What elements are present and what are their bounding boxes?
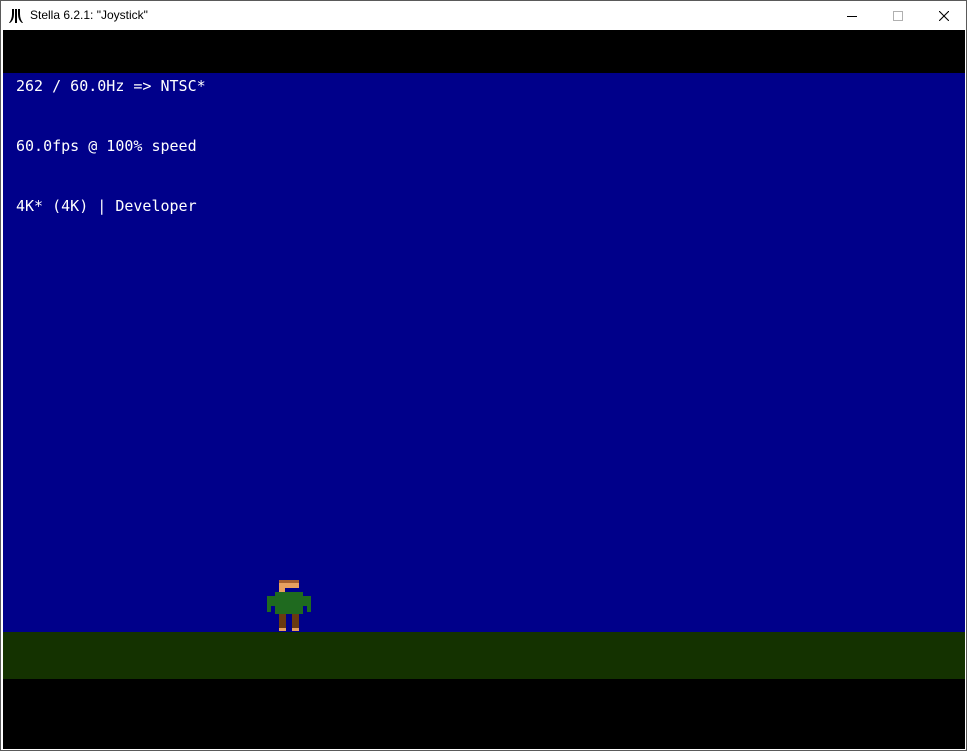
info-overlay: 262 / 60.0Hz => NTSC* 60.0fps @ 100% spe… <box>16 36 206 256</box>
overlay-speed-line: 60.0fps @ 100% speed <box>16 137 197 155</box>
maximize-button[interactable] <box>875 1 921 30</box>
game-ground <box>3 632 965 679</box>
minimize-button[interactable] <box>829 1 875 30</box>
atari-logo-icon <box>9 9 23 23</box>
close-button[interactable] <box>921 1 966 30</box>
window-title: Stella 6.2.1: "Joystick" <box>30 8 148 22</box>
maximize-icon <box>893 10 903 21</box>
game-bottom-border <box>3 679 965 749</box>
overlay-cart-line: 4K* (4K) | Developer <box>16 197 197 215</box>
title-bar[interactable]: Stella 6.2.1: "Joystick" <box>1 1 966 30</box>
close-icon <box>939 10 949 21</box>
stella-window: Stella 6.2.1: "Joystick" 262 / 60.0Hz =>… <box>0 0 967 751</box>
minimize-icon <box>847 15 857 17</box>
emulator-screen[interactable]: 262 / 60.0Hz => NTSC* 60.0fps @ 100% spe… <box>3 30 965 749</box>
overlay-frame-rate-line: 262 / 60.0Hz => NTSC* <box>16 77 206 95</box>
player-sprite <box>267 580 311 631</box>
